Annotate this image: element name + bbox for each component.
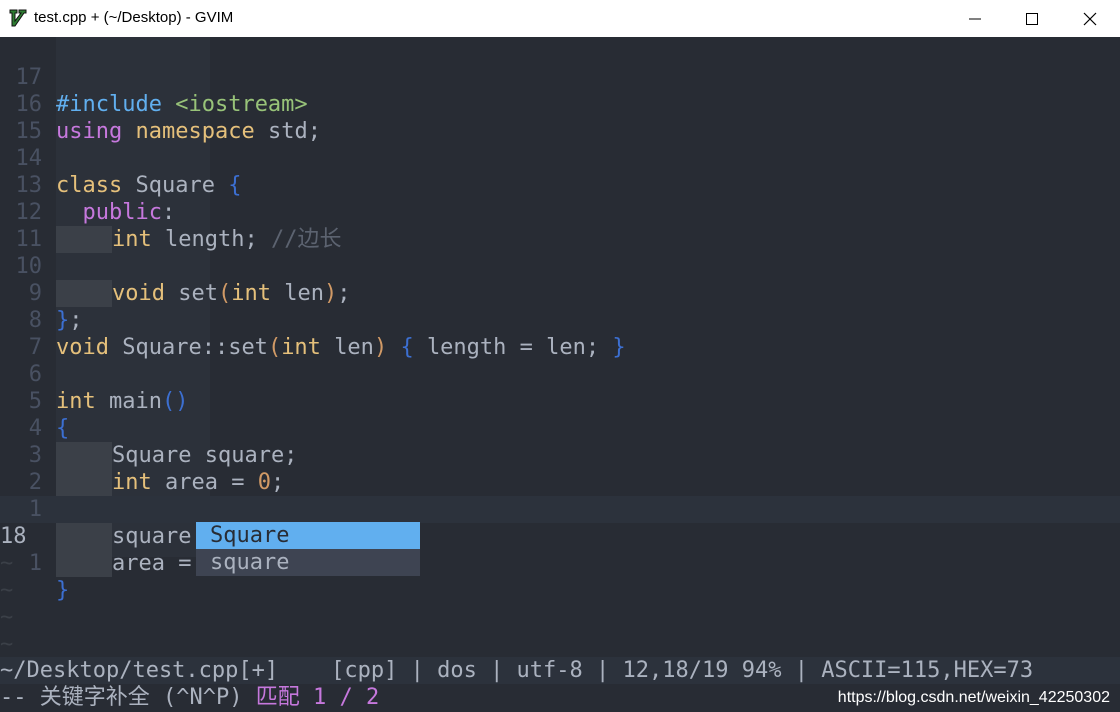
paren: (: [267, 335, 282, 360]
completion-mode-text: -- 关键字补全 (^N^P): [0, 685, 256, 710]
match-label: 匹配: [255, 685, 300, 710]
punctuation: :: [161, 200, 176, 225]
keyword: namespace: [135, 119, 255, 144]
brace: {: [56, 416, 70, 441]
brace: }: [612, 335, 626, 360]
title-bar: test.cpp + (~/Desktop) - GVIM: [0, 0, 1120, 37]
type-keyword: void: [56, 335, 109, 360]
identifier: len: [284, 281, 324, 306]
statement: length = len;: [426, 335, 600, 360]
punctuation: ;: [69, 308, 83, 333]
gvim-icon[interactable]: [8, 8, 28, 28]
include-path: <iostream>: [175, 92, 308, 117]
identifier: main: [109, 389, 162, 414]
identifier: length;: [165, 227, 258, 252]
paren: (): [161, 389, 189, 414]
completion-item-selected[interactable]: Square: [196, 522, 420, 549]
code-line: 9 };: [0, 253, 83, 333]
empty-line-marker: ~: [0, 551, 14, 576]
code-line: 7: [0, 307, 53, 360]
keyword: using: [56, 119, 123, 144]
maximize-button[interactable]: [1003, 0, 1061, 37]
type-keyword: int: [112, 227, 152, 252]
code-line: 17 #include <iostream>: [0, 37, 308, 117]
code-line: 14 class Square {: [0, 118, 242, 198]
comment: //边长: [270, 227, 342, 252]
type-keyword: void: [112, 281, 165, 306]
empty-line-marker: ~: [0, 605, 14, 630]
code-line: 1 square.length = 5;: [0, 469, 350, 550]
type-keyword: int: [281, 335, 321, 360]
type-keyword: int: [56, 389, 96, 414]
paren: ): [373, 335, 388, 360]
code-line: 10 void set(int len);: [0, 226, 350, 307]
code-line: 3 int area = 0;: [0, 415, 284, 496]
code-line: 13 public:: [0, 145, 176, 225]
minimize-button[interactable]: [946, 0, 1004, 37]
cursor-line-highlight: [0, 496, 1120, 523]
indent-marker: [56, 442, 112, 469]
code-line: 2: [0, 442, 53, 495]
code-line: 6 int main(): [0, 334, 189, 414]
close-icon: [1083, 12, 1097, 25]
completion-popup: Square square: [196, 522, 420, 576]
minimize-icon: [969, 18, 981, 19]
code-line: 4 Square square;: [0, 388, 297, 469]
preproc-directive: #include: [56, 92, 162, 117]
current-code-line: 18 area = sq: [0, 496, 235, 577]
indent-marker: [56, 523, 112, 550]
brace: }: [56, 308, 70, 333]
empty-line-marker: ~: [0, 632, 14, 657]
paren: (: [217, 281, 232, 306]
indent-marker: [56, 550, 112, 577]
brace: {: [400, 335, 414, 360]
watermark-text: https://blog.csdn.net/weixin_42250302: [837, 689, 1110, 706]
maximize-icon: [1026, 12, 1038, 25]
statement: area =: [165, 470, 258, 495]
window-title: test.cpp + (~/Desktop) - GVIM: [34, 9, 234, 26]
indent-marker: [56, 226, 112, 253]
statement: Square square;: [112, 443, 298, 468]
punctuation: ;: [270, 470, 285, 495]
identifier: std;: [267, 119, 321, 144]
brace: }: [56, 578, 70, 603]
identifier: set: [178, 281, 218, 306]
code-line: 16 using namespace std;: [0, 64, 321, 144]
match-count: 1 / 2: [312, 685, 380, 710]
code-line: 8 void Square::set(int len) { length = l…: [0, 280, 626, 360]
identifier: len: [334, 335, 374, 360]
completion-item[interactable]: square: [196, 549, 420, 576]
keyword: class: [56, 173, 123, 198]
code-line: 5 {: [0, 361, 70, 441]
empty-line-marker: ~: [0, 578, 14, 603]
code-line: 15: [0, 91, 53, 144]
code-line: 1 }: [0, 523, 70, 603]
indent-marker: [56, 280, 112, 307]
status-line: ~/Desktop/test.cpp[+] [cpp] | dos | utf-…: [0, 657, 1120, 684]
indent-marker: [56, 469, 112, 496]
punctuation: ;: [337, 281, 351, 306]
code-line: 11: [0, 199, 53, 252]
brace: {: [228, 173, 242, 198]
number-literal: 0: [257, 470, 271, 495]
editor-buffer[interactable]: 17 #include <iostream> 16 using namespac…: [0, 37, 1120, 657]
identifier: Square::set: [122, 335, 268, 360]
code-line: 12 int length; //边长: [0, 172, 341, 253]
keyword: public: [82, 200, 162, 225]
type-keyword: int: [231, 281, 271, 306]
close-button[interactable]: [1061, 0, 1119, 37]
type-keyword: int: [112, 470, 152, 495]
identifier: Square: [135, 173, 215, 198]
paren: ): [323, 281, 338, 306]
